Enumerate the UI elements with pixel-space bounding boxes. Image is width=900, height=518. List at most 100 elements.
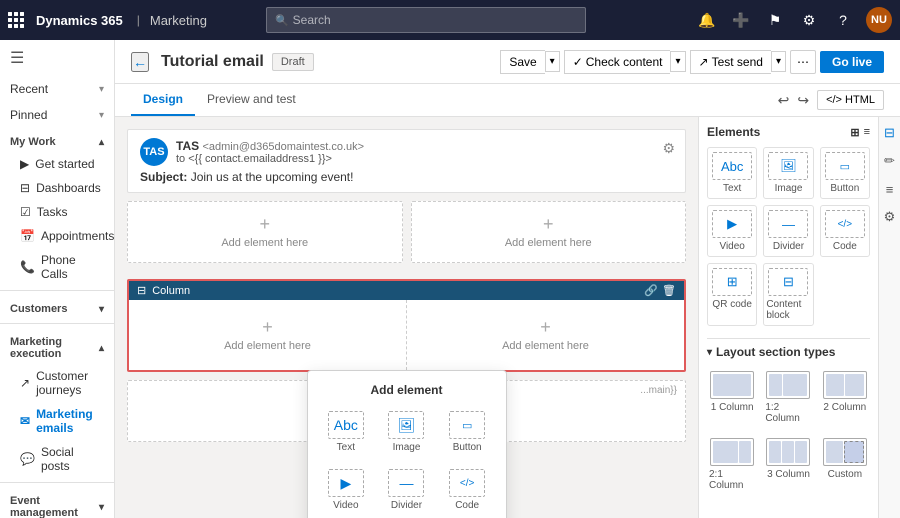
sidebar-item-dashboards[interactable]: ⊟ Dashboards [0,176,114,200]
trash-icon[interactable]: 🗑 [662,284,676,297]
column-header-icons: 🔗 🗑 [644,284,676,297]
sidebar-item-appointments[interactable]: 📅 Appointments [0,224,114,248]
help-icon[interactable]: ? [832,9,854,31]
sidebar-hamburger[interactable]: ☰ [0,40,114,76]
events-label: Event management [10,495,99,518]
content-panel-icon[interactable]: ≡ [880,179,900,199]
sender-name: TAS [176,139,199,153]
col-right[interactable]: + Add element here [407,300,684,370]
sidebar-item-recent[interactable]: Recent ▾ [0,76,114,102]
sidebar-item-customer-journeys[interactable]: ↗ Customer journeys [0,364,114,402]
gear-icon[interactable]: ⚙ [662,140,675,157]
element-divider[interactable]: — Divider [763,205,813,257]
col-left[interactable]: + Add element here [129,300,407,370]
sidebar-group-customers[interactable]: Customers ▾ [0,295,114,319]
column-block-inner: + Add element here + Add element here [129,300,684,370]
page-header: ← Tutorial email Draft Save ▾ ✓ Check co… [115,40,900,84]
settings-icon[interactable]: ⚙ [798,9,820,31]
layout-3col[interactable]: 3 Column [763,434,813,495]
tabs-bar: Design Preview and test ↩ ↪ </> HTML [115,84,900,117]
search-icon: 🔍 [275,14,289,27]
sidebar-item-pinned[interactable]: Pinned ▾ [0,102,114,128]
sidebar-item-social-posts[interactable]: 💬 Social posts [0,440,114,478]
settings-panel-icon[interactable]: ⚙ [880,207,900,227]
html-icon: </> [826,94,842,106]
filter-icon[interactable]: ⚑ [764,9,786,31]
sidebar-group-marketing-exec[interactable]: Marketing execution ▴ [0,328,114,364]
journeys-label: Customer journeys [36,369,104,397]
search-bar[interactable]: 🔍 [266,7,586,33]
layout-12col[interactable]: 1:2 Column [763,367,813,428]
text-icon: Abc [712,152,752,180]
elements-panel-icon[interactable]: ⊟ [880,123,900,143]
app-grid-icon[interactable] [8,12,24,28]
popup-item-text[interactable]: Abc Text [320,407,373,457]
element-qrcode[interactable]: ⊞ QR code [707,263,757,326]
undo-icon[interactable]: ↩ [778,92,790,109]
element-contentblock[interactable]: ⊟ Content block [763,263,813,326]
element-button[interactable]: ▭ Button [820,147,870,199]
popup-item-image[interactable]: 🖼 Image [380,407,433,457]
column-header: ⊟ Column 🔗 🗑 [129,281,684,300]
sidebar-item-phonecalls[interactable]: 📞 Phone Calls [0,248,114,286]
email-icon: ✉ [20,414,30,428]
plus-icon: + [540,318,551,336]
check-content-button[interactable]: ✓ Check content [564,50,671,74]
sidebar-group-events[interactable]: Event management ▾ [0,487,114,518]
sidebar-item-getstarted[interactable]: ▶ Get started [0,152,114,176]
brand-label: Dynamics 365 [36,13,123,28]
popup-item-video[interactable]: ▶ Video [320,465,373,515]
element-image[interactable]: 🖼 Image [763,147,813,199]
layout-custom[interactable]: Custom [820,434,870,495]
sidebar-item-tasks[interactable]: ☑ Tasks [0,200,114,224]
avatar[interactable]: NU [866,7,892,33]
link-icon[interactable]: 🔗 [644,284,658,297]
save-button[interactable]: Save [500,50,544,74]
grid-view-icon[interactable]: ⊞ [850,126,859,139]
tab-design[interactable]: Design [131,84,195,116]
styles-panel-icon[interactable]: ✏ [880,151,900,171]
email-canvas: TAS TAS <admin@d365domaintest.co.uk> to … [115,117,698,518]
test-send-button[interactable]: ↗ Test send [690,50,771,74]
divider-icon: — [768,210,808,238]
bell-icon[interactable]: 🔔 [696,9,718,31]
subject-row: Subject: Join us at the upcoming event! [140,170,673,184]
add-element-btn-left[interactable]: + Add element here [224,318,311,352]
check-content-dropdown[interactable]: ▾ [670,51,685,72]
add-element-btn-right[interactable]: + Add element here [502,318,589,352]
element-code[interactable]: </> Code [820,205,870,257]
add-element-btn-tr[interactable]: + Add element here [505,215,592,249]
tab-preview[interactable]: Preview and test [195,84,308,116]
save-dropdown-button[interactable]: ▾ [545,51,560,72]
go-live-button[interactable]: Go live [820,51,884,73]
layout-2col[interactable]: 2 Column [820,367,870,428]
add-icon[interactable]: ➕ [730,9,752,31]
search-input[interactable] [293,13,577,27]
add-element-btn-tl[interactable]: + Add element here [221,215,308,249]
popup-item-code[interactable]: </> Code [441,465,494,515]
redo-icon[interactable]: ↪ [797,92,809,109]
chevron-down-icon: ▾ [99,304,104,315]
sidebar-item-marketing-emails[interactable]: ✉ Marketing emails [0,402,114,440]
test-send-dropdown[interactable]: ▾ [771,51,786,72]
send-icon: ↗ [699,55,709,69]
element-text[interactable]: Abc Text [707,147,757,199]
sidebar-divider [0,290,114,291]
add-element-top-left[interactable]: + Add element here [128,202,402,262]
sidebar-group-mywork[interactable]: My Work ▴ [0,128,114,152]
add-element-top-right[interactable]: + Add element here [412,202,686,262]
list-view-icon[interactable]: ≡ [864,126,870,139]
layout-21col[interactable]: 2:1 Column [707,434,757,495]
top-left-block: + Add element here [127,201,403,263]
popup-item-divider[interactable]: — Divider [380,465,433,515]
popup-item-button[interactable]: ▭ Button [441,407,494,457]
element-video[interactable]: ▶ Video [707,205,757,257]
back-button[interactable]: ← [131,52,149,72]
layout-section-title[interactable]: ▾ Layout section types [707,345,870,359]
mktg-emails-label: Marketing emails [36,407,104,435]
layout-1col[interactable]: 1 Column [707,367,757,428]
html-button[interactable]: </> HTML [817,90,884,110]
layout-21col-icon [710,438,754,466]
module-label: Marketing [150,13,207,28]
more-options-button[interactable]: ⋯ [790,50,816,74]
